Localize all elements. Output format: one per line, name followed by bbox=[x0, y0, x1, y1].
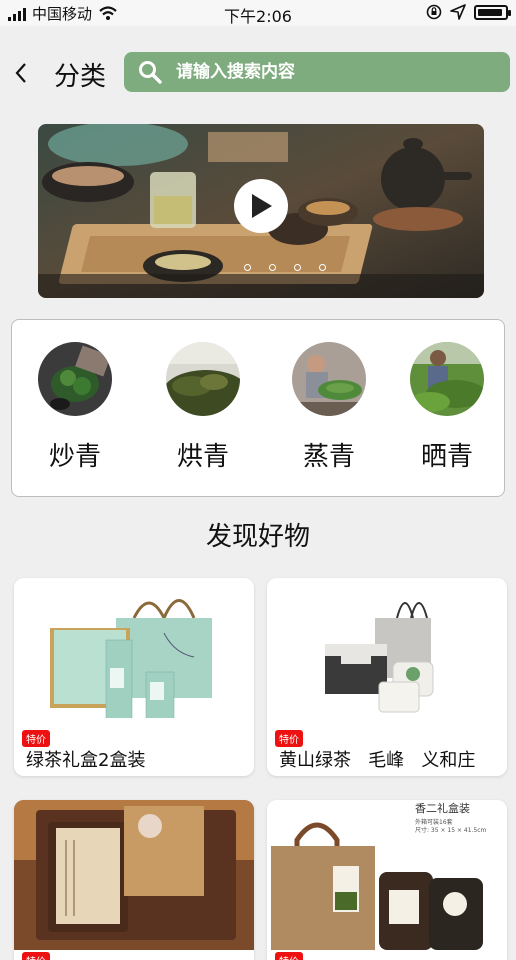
product-image-caption: 外箱可装16套 bbox=[415, 818, 453, 826]
sale-badge: 特价 bbox=[275, 952, 303, 960]
product-card[interactable]: 特价 绿茶礼盒2盒装 bbox=[14, 578, 254, 776]
header: 分类 bbox=[0, 26, 516, 116]
page-title: 分类 bbox=[54, 62, 107, 92]
battery-icon bbox=[474, 4, 511, 20]
sale-badge: 特价 bbox=[22, 730, 50, 747]
category-image bbox=[410, 342, 484, 416]
product-name: 黄山绿茶 毛峰 义和庄 bbox=[279, 750, 476, 771]
rotation-lock-icon bbox=[426, 4, 442, 20]
play-button[interactable] bbox=[234, 179, 288, 233]
product-name: 绿茶礼盒2盒装 bbox=[26, 750, 146, 771]
carousel-dot[interactable] bbox=[319, 264, 326, 271]
section-title: 发现好物 bbox=[205, 522, 310, 552]
product-card[interactable]: 特价 黄山绿茶 毛峰 义和庄 bbox=[267, 578, 507, 776]
carousel-dot[interactable] bbox=[269, 264, 276, 271]
search-bar[interactable] bbox=[124, 52, 510, 92]
product-image bbox=[267, 578, 507, 718]
category-label: 蒸青 bbox=[302, 442, 355, 472]
back-button[interactable] bbox=[8, 60, 34, 86]
product-image bbox=[14, 800, 254, 950]
category-item-shaiqing[interactable]: 晒青 bbox=[402, 342, 492, 473]
carousel-dots bbox=[244, 264, 326, 271]
carousel-dot[interactable] bbox=[244, 264, 251, 271]
carousel-dot[interactable] bbox=[294, 264, 301, 271]
category-label: 烘青 bbox=[176, 442, 229, 472]
category-item-chaoqing[interactable]: 炒青 bbox=[30, 342, 120, 473]
status-bar: 中国移动 下午2:06 bbox=[0, 0, 516, 26]
category-item-zhengqing[interactable]: 蒸青 bbox=[284, 342, 374, 473]
play-icon bbox=[252, 194, 272, 218]
category-label: 晒青 bbox=[420, 442, 473, 472]
category-image bbox=[292, 342, 366, 416]
product-image: 香二礼盒装 外箱可装16套 尺寸: 35 × 15 × 41.5cm bbox=[267, 800, 507, 950]
sale-badge: 特价 bbox=[22, 952, 50, 960]
product-card[interactable]: 特价 bbox=[14, 800, 254, 960]
category-label: 炒青 bbox=[48, 442, 101, 472]
product-image bbox=[14, 578, 254, 718]
chevron-left-icon bbox=[15, 63, 26, 83]
search-input[interactable] bbox=[176, 62, 510, 82]
product-card[interactable]: 香二礼盒装 外箱可装16套 尺寸: 35 × 15 × 41.5cm 特价 bbox=[267, 800, 507, 960]
category-panel: 炒青 烘青 蒸青 晒青 bbox=[11, 319, 505, 497]
search-icon bbox=[139, 61, 162, 84]
location-icon bbox=[450, 4, 466, 20]
product-image-caption: 尺寸: 35 × 15 × 41.5cm bbox=[415, 826, 487, 834]
product-image-caption: 香二礼盒装 bbox=[415, 801, 470, 815]
category-image bbox=[38, 342, 112, 416]
category-image bbox=[166, 342, 240, 416]
sale-badge: 特价 bbox=[275, 730, 303, 747]
banner-carousel[interactable] bbox=[38, 124, 484, 298]
category-item-hongqing[interactable]: 烘青 bbox=[158, 342, 248, 473]
